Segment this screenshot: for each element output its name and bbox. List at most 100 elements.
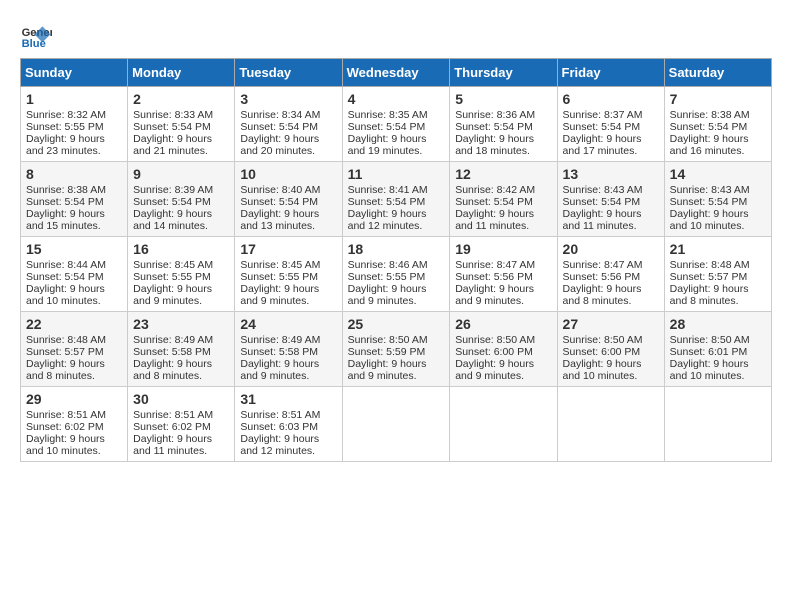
calendar-cell: 12 Sunrise: 8:42 AM Sunset: 5:54 PM Dayl… [450,162,557,237]
sunrise-label: Sunrise: 8:47 AM [455,259,535,271]
day-header-friday: Friday [557,59,664,87]
sunrise-label: Sunrise: 8:51 AM [26,409,106,421]
sunrise-label: Sunrise: 8:50 AM [455,334,535,346]
daylight-label: Daylight: 9 hours and 8 minutes. [563,283,642,307]
calendar-cell: 31 Sunrise: 8:51 AM Sunset: 6:03 PM Dayl… [235,387,342,462]
daylight-label: Daylight: 9 hours and 15 minutes. [26,208,105,232]
logo: General Blue [20,20,56,52]
daylight-label: Daylight: 9 hours and 10 minutes. [670,208,749,232]
sunrise-label: Sunrise: 8:33 AM [133,109,213,121]
day-number: 6 [563,91,659,107]
sunset-label: Sunset: 5:54 PM [348,121,426,133]
sunrise-label: Sunrise: 8:34 AM [240,109,320,121]
day-number: 11 [348,166,445,182]
sunset-label: Sunset: 5:54 PM [563,196,641,208]
day-number: 23 [133,316,229,332]
daylight-label: Daylight: 9 hours and 17 minutes. [563,133,642,157]
sunset-label: Sunset: 5:54 PM [133,121,211,133]
calendar-cell: 4 Sunrise: 8:35 AM Sunset: 5:54 PM Dayli… [342,87,450,162]
sunset-label: Sunset: 5:55 PM [240,271,318,283]
daylight-label: Daylight: 9 hours and 8 minutes. [26,358,105,382]
calendar-cell [557,387,664,462]
daylight-label: Daylight: 9 hours and 20 minutes. [240,133,319,157]
day-number: 29 [26,391,122,407]
calendar-cell: 24 Sunrise: 8:49 AM Sunset: 5:58 PM Dayl… [235,312,342,387]
sunrise-label: Sunrise: 8:46 AM [348,259,428,271]
sunrise-label: Sunrise: 8:37 AM [563,109,643,121]
sunrise-label: Sunrise: 8:51 AM [133,409,213,421]
calendar-week-row: 22 Sunrise: 8:48 AM Sunset: 5:57 PM Dayl… [21,312,772,387]
daylight-label: Daylight: 9 hours and 13 minutes. [240,208,319,232]
calendar-cell: 8 Sunrise: 8:38 AM Sunset: 5:54 PM Dayli… [21,162,128,237]
sunset-label: Sunset: 5:54 PM [240,196,318,208]
daylight-label: Daylight: 9 hours and 9 minutes. [240,358,319,382]
calendar-week-row: 8 Sunrise: 8:38 AM Sunset: 5:54 PM Dayli… [21,162,772,237]
sunset-label: Sunset: 5:56 PM [455,271,533,283]
sunset-label: Sunset: 5:54 PM [26,196,104,208]
calendar-cell: 7 Sunrise: 8:38 AM Sunset: 5:54 PM Dayli… [664,87,771,162]
calendar-cell: 20 Sunrise: 8:47 AM Sunset: 5:56 PM Dayl… [557,237,664,312]
sunrise-label: Sunrise: 8:40 AM [240,184,320,196]
day-number: 22 [26,316,122,332]
sunset-label: Sunset: 5:59 PM [348,346,426,358]
sunset-label: Sunset: 5:55 PM [26,121,104,133]
calendar-header-row: SundayMondayTuesdayWednesdayThursdayFrid… [21,59,772,87]
sunrise-label: Sunrise: 8:50 AM [563,334,643,346]
sunrise-label: Sunrise: 8:47 AM [563,259,643,271]
sunset-label: Sunset: 5:54 PM [455,196,533,208]
daylight-label: Daylight: 9 hours and 11 minutes. [563,208,642,232]
day-number: 16 [133,241,229,257]
daylight-label: Daylight: 9 hours and 11 minutes. [133,433,212,457]
calendar-cell: 22 Sunrise: 8:48 AM Sunset: 5:57 PM Dayl… [21,312,128,387]
sunset-label: Sunset: 5:54 PM [240,121,318,133]
calendar-cell: 23 Sunrise: 8:49 AM Sunset: 5:58 PM Dayl… [128,312,235,387]
day-number: 15 [26,241,122,257]
sunrise-label: Sunrise: 8:42 AM [455,184,535,196]
day-number: 13 [563,166,659,182]
calendar-week-row: 15 Sunrise: 8:44 AM Sunset: 5:54 PM Dayl… [21,237,772,312]
daylight-label: Daylight: 9 hours and 12 minutes. [240,433,319,457]
sunset-label: Sunset: 5:56 PM [563,271,641,283]
sunrise-label: Sunrise: 8:43 AM [563,184,643,196]
daylight-label: Daylight: 9 hours and 8 minutes. [670,283,749,307]
day-number: 21 [670,241,766,257]
calendar-cell [664,387,771,462]
sunrise-label: Sunrise: 8:35 AM [348,109,428,121]
day-number: 12 [455,166,551,182]
day-number: 5 [455,91,551,107]
sunrise-label: Sunrise: 8:41 AM [348,184,428,196]
sunset-label: Sunset: 6:00 PM [563,346,641,358]
sunrise-label: Sunrise: 8:32 AM [26,109,106,121]
day-number: 19 [455,241,551,257]
sunrise-label: Sunrise: 8:48 AM [670,259,750,271]
day-number: 1 [26,91,122,107]
day-number: 17 [240,241,336,257]
calendar-cell: 10 Sunrise: 8:40 AM Sunset: 5:54 PM Dayl… [235,162,342,237]
day-number: 10 [240,166,336,182]
day-number: 31 [240,391,336,407]
daylight-label: Daylight: 9 hours and 9 minutes. [455,283,534,307]
sunrise-label: Sunrise: 8:48 AM [26,334,106,346]
calendar-cell: 16 Sunrise: 8:45 AM Sunset: 5:55 PM Dayl… [128,237,235,312]
logo-icon: General Blue [20,20,52,52]
sunrise-label: Sunrise: 8:50 AM [670,334,750,346]
calendar-week-row: 1 Sunrise: 8:32 AM Sunset: 5:55 PM Dayli… [21,87,772,162]
page-header: General Blue [20,20,772,52]
daylight-label: Daylight: 9 hours and 21 minutes. [133,133,212,157]
daylight-label: Daylight: 9 hours and 10 minutes. [563,358,642,382]
sunset-label: Sunset: 5:54 PM [455,121,533,133]
daylight-label: Daylight: 9 hours and 9 minutes. [133,283,212,307]
daylight-label: Daylight: 9 hours and 9 minutes. [348,283,427,307]
calendar-cell: 17 Sunrise: 8:45 AM Sunset: 5:55 PM Dayl… [235,237,342,312]
sunrise-label: Sunrise: 8:49 AM [133,334,213,346]
daylight-label: Daylight: 9 hours and 9 minutes. [240,283,319,307]
daylight-label: Daylight: 9 hours and 12 minutes. [348,208,427,232]
sunrise-label: Sunrise: 8:43 AM [670,184,750,196]
sunrise-label: Sunrise: 8:44 AM [26,259,106,271]
day-number: 27 [563,316,659,332]
day-number: 30 [133,391,229,407]
calendar-table: SundayMondayTuesdayWednesdayThursdayFrid… [20,58,772,462]
sunrise-label: Sunrise: 8:51 AM [240,409,320,421]
sunrise-label: Sunrise: 8:50 AM [348,334,428,346]
calendar-cell: 2 Sunrise: 8:33 AM Sunset: 5:54 PM Dayli… [128,87,235,162]
